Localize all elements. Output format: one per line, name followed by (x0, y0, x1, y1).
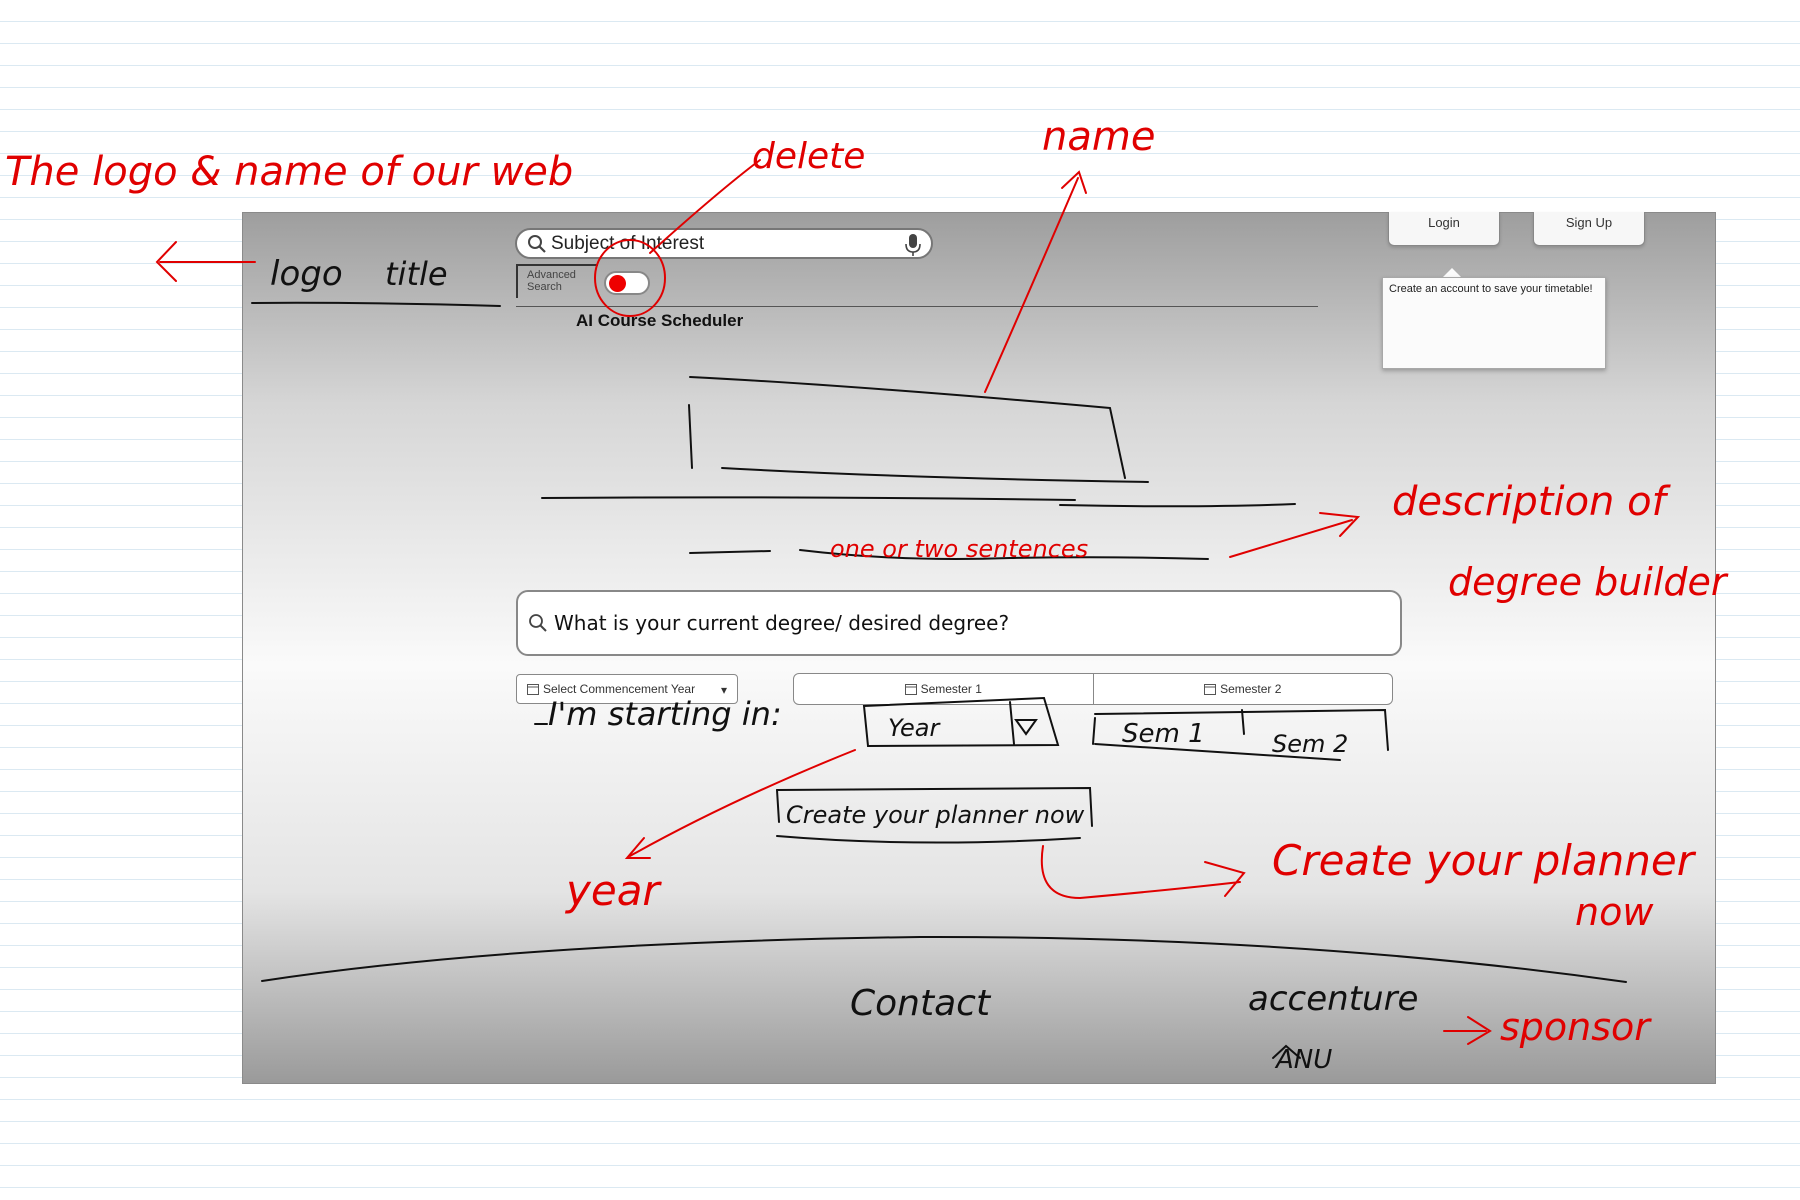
description-note-2: degree builder (1448, 560, 1729, 604)
sem2-text[interactable]: Sem 2 (1272, 730, 1348, 758)
name-box-left (688, 404, 693, 469)
create-planner-button[interactable]: Create your planner now (786, 801, 1085, 829)
delete-pointer (649, 159, 761, 254)
description-note-1: description of (1392, 479, 1672, 525)
sponsor-note: sponsor (1500, 1005, 1652, 1049)
year-dropdown-caret (1014, 719, 1038, 736)
create-btn-left (776, 789, 780, 823)
year-dropdown-text[interactable]: Year (888, 714, 941, 742)
short-line (689, 550, 771, 554)
create-arrow-head (1204, 861, 1246, 897)
create-pointer (1040, 845, 1241, 900)
sem-box-divider (1241, 709, 1245, 735)
create-note-1: Create your planner (1272, 836, 1697, 885)
year-dropdown-divider (1009, 701, 1015, 745)
site-title-text: title (385, 255, 448, 293)
title-underline-2 (1059, 503, 1296, 508)
name-box-bottom (721, 467, 1149, 483)
name-note: name (1042, 114, 1155, 160)
sponsor-accenture: accenture (1248, 979, 1418, 1019)
one-or-two-sentences: one or two sentences (830, 535, 1088, 563)
sponsor-anu: ANU (1274, 1045, 1332, 1075)
sketch-overlay: logo title I'm starting in: Year Sem 1 S… (5, 114, 1729, 1075)
toggle-circle (594, 239, 666, 317)
name-box-top (689, 376, 1126, 479)
title-underline-1 (541, 496, 1076, 501)
footer-divider (261, 935, 1627, 983)
contact-link[interactable]: Contact (850, 983, 992, 1024)
description-arrow-shaft (1229, 519, 1353, 558)
sem-box-left (1092, 717, 1096, 745)
year-note: year (564, 866, 662, 915)
logo-underline (251, 301, 501, 307)
sem1-text[interactable]: Sem 1 (1122, 719, 1205, 749)
delete-note: delete (752, 136, 865, 177)
create-note-2: now (1575, 890, 1654, 934)
create-btn-bottom (776, 835, 1081, 844)
starting-in-text: I'm starting in: (548, 695, 782, 733)
logo-note: The logo & name of our web (5, 149, 573, 195)
name-pointer (984, 177, 1079, 393)
logo-text: logo (270, 254, 343, 294)
